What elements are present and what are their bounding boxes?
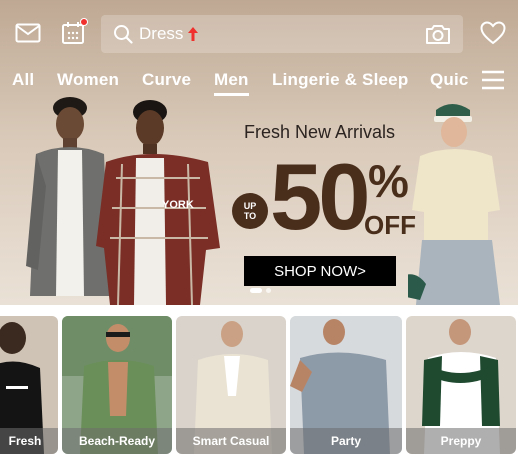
- app-screen: Dress All Women Curve Men Lingerie & Sle…: [0, 0, 518, 459]
- carousel-dot-active[interactable]: [250, 288, 262, 293]
- tab-quick[interactable]: Quic: [430, 70, 469, 90]
- category-cards-row: Fresh Beach-Ready Smart Casual Party Pre…: [0, 316, 518, 459]
- search-icon: [114, 25, 133, 44]
- category-label: Smart Casual: [176, 428, 286, 454]
- trending-up-arrow-icon: [188, 27, 199, 41]
- shirt-print-text: YORK: [162, 199, 194, 211]
- model-cream-tee: [408, 104, 500, 305]
- upto-badge: UP TO: [232, 193, 268, 229]
- search-bar[interactable]: Dress: [101, 15, 463, 53]
- heart-icon[interactable]: [478, 18, 508, 48]
- category-label: Beach-Ready: [62, 428, 172, 454]
- top-header: Dress: [0, 0, 518, 62]
- menu-icon[interactable]: [480, 68, 506, 92]
- category-label: Fresh: [0, 428, 58, 454]
- category-label: Party: [290, 428, 402, 454]
- discount-number: 50: [270, 144, 371, 249]
- tab-lingerie-sleep[interactable]: Lingerie & Sleep: [272, 70, 408, 90]
- carousel-indicator: [250, 288, 271, 293]
- category-card-smart-casual[interactable]: Smart Casual: [176, 316, 286, 454]
- search-input-value[interactable]: Dress: [139, 24, 183, 44]
- model-plaid-shirt: YORK: [96, 100, 220, 305]
- category-label: Preppy: [406, 428, 516, 454]
- discount-off: OFF: [364, 210, 416, 240]
- tab-men[interactable]: Men: [214, 70, 249, 96]
- category-card-beach-ready[interactable]: Beach-Ready: [62, 316, 172, 454]
- calendar-icon[interactable]: [58, 18, 88, 48]
- mail-icon[interactable]: [13, 18, 43, 48]
- upto-line1: UP: [243, 201, 257, 211]
- category-card-fresh[interactable]: Fresh: [0, 316, 58, 454]
- notification-badge: [80, 18, 88, 26]
- category-card-party[interactable]: Party: [290, 316, 402, 454]
- shop-now-button[interactable]: SHOP NOW>: [244, 256, 396, 286]
- tab-women[interactable]: Women: [57, 70, 119, 90]
- discount-percent: %: [368, 155, 409, 207]
- tab-all[interactable]: All: [12, 70, 34, 90]
- category-card-preppy[interactable]: Preppy: [406, 316, 516, 454]
- carousel-dot[interactable]: [266, 288, 271, 293]
- banner-headline: Fresh New Arrivals: [244, 122, 396, 142]
- camera-icon[interactable]: [425, 22, 451, 46]
- tab-curve[interactable]: Curve: [142, 70, 191, 90]
- upto-line2: TO: [243, 211, 257, 221]
- category-tabs: All Women Curve Men Lingerie & Sleep Qui…: [0, 62, 470, 100]
